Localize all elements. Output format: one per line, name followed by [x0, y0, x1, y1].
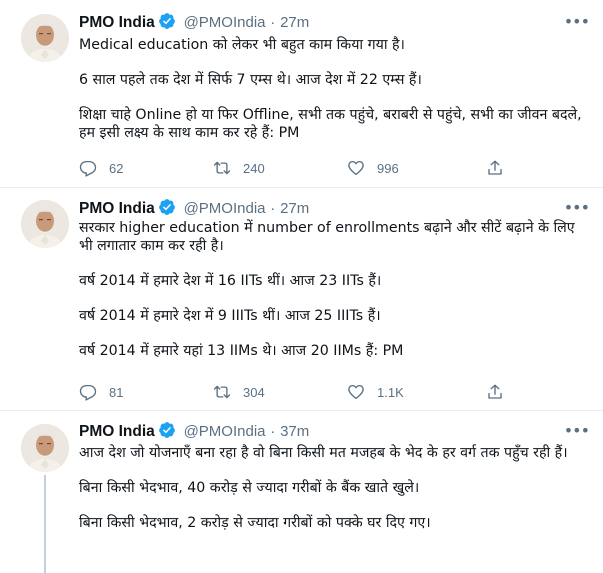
tweet-actions: 62 240 996 — [79, 159, 519, 179]
reply-count: 81 — [109, 384, 124, 400]
verified-badge-icon — [158, 12, 176, 35]
like-count: 1.1K — [377, 384, 404, 400]
share-icon — [486, 383, 504, 401]
tweet-paragraph: वर्ष 2014 में हमारे देश में 16 IITs थीं।… — [79, 273, 382, 289]
tweet[interactable]: PMO India @PMOIndia · 37m ••• आज देश जो … — [0, 411, 603, 573]
tweet-text: Medical education को लेकर भी बहुत काम कि… — [79, 36, 589, 142]
tweet-text: आज देश जो योजनाएँ बना रहा है वो बिना किस… — [79, 444, 589, 532]
author-name[interactable]: PMO India — [79, 423, 155, 440]
heart-icon — [347, 383, 365, 401]
like-button[interactable]: 996 — [347, 159, 399, 177]
separator-dot: · — [270, 423, 276, 440]
more-icon[interactable]: ••• — [564, 12, 590, 31]
retweet-count: 240 — [243, 160, 265, 176]
reply-button[interactable]: 62 — [79, 159, 123, 177]
tweet-paragraph: आज देश जो योजनाएँ बना रहा है वो बिना किस… — [79, 445, 568, 461]
tweet-paragraph: सरकार higher education में number of enr… — [79, 220, 575, 254]
timestamp[interactable]: 27m — [280, 14, 309, 31]
tweet-actions: 81 304 1.1K — [79, 383, 519, 403]
reply-icon — [79, 383, 97, 401]
reply-button[interactable]: 81 — [79, 383, 123, 401]
tweet-paragraph: 6 साल पहले तक देश में सिर्फ 7 एम्स थे। आ… — [79, 72, 422, 88]
share-icon — [486, 159, 504, 177]
tweet-paragraph: बिना किसी भेदभाव, 40 करोड़ से ज्यादा गरी… — [79, 480, 420, 496]
tweet-paragraph: बिना किसी भेदभाव, 2 करोड़ से ज्यादा गरीब… — [79, 515, 431, 531]
separator-dot: · — [270, 14, 276, 31]
share-button[interactable] — [486, 383, 516, 401]
like-button[interactable]: 1.1K — [347, 383, 404, 401]
reply-icon — [79, 159, 97, 177]
author-handle[interactable]: @PMOIndia — [184, 200, 266, 217]
more-icon[interactable]: ••• — [564, 198, 590, 217]
tweet-header: PMO India @PMOIndia · 27m — [79, 198, 309, 221]
more-icon[interactable]: ••• — [564, 421, 590, 440]
verified-badge-icon — [158, 421, 176, 444]
thread-line — [44, 475, 46, 573]
like-count: 996 — [377, 160, 399, 176]
timestamp[interactable]: 37m — [280, 423, 309, 440]
author-name[interactable]: PMO India — [79, 200, 155, 217]
separator-dot: · — [270, 200, 276, 217]
tweet[interactable]: PMO India @PMOIndia · 27m ••• सरकार high… — [0, 188, 603, 411]
avatar[interactable] — [21, 424, 69, 472]
reply-count: 62 — [109, 160, 124, 176]
retweet-button[interactable]: 304 — [213, 383, 265, 401]
avatar[interactable] — [21, 200, 69, 248]
retweet-icon — [213, 383, 231, 401]
tweet-text: सरकार higher education में number of enr… — [79, 219, 589, 360]
tweet-paragraph: वर्ष 2014 में हमारे देश में 9 IIITs थीं।… — [79, 308, 381, 324]
author-name[interactable]: PMO India — [79, 14, 155, 31]
author-handle[interactable]: @PMOIndia — [184, 423, 266, 440]
retweet-count: 304 — [243, 384, 265, 400]
tweet-paragraph: वर्ष 2014 में हमारे यहां 13 IIMs थे। आज … — [79, 343, 404, 359]
retweet-icon — [213, 159, 231, 177]
tweet-header: PMO India @PMOIndia · 37m — [79, 421, 309, 444]
verified-badge-icon — [158, 198, 176, 221]
heart-icon — [347, 159, 365, 177]
tweet-paragraph: शिक्षा चाहे Online हो या फिर Offline, सभ… — [79, 107, 582, 141]
avatar[interactable] — [21, 14, 69, 62]
share-button[interactable] — [486, 159, 516, 177]
tweet-paragraph: Medical education को लेकर भी बहुत काम कि… — [79, 37, 405, 53]
tweet[interactable]: PMO India @PMOIndia · 27m ••• Medical ed… — [0, 0, 603, 188]
timestamp[interactable]: 27m — [280, 200, 309, 217]
tweet-header: PMO India @PMOIndia · 27m — [79, 12, 309, 35]
retweet-button[interactable]: 240 — [213, 159, 265, 177]
author-handle[interactable]: @PMOIndia — [184, 14, 266, 31]
